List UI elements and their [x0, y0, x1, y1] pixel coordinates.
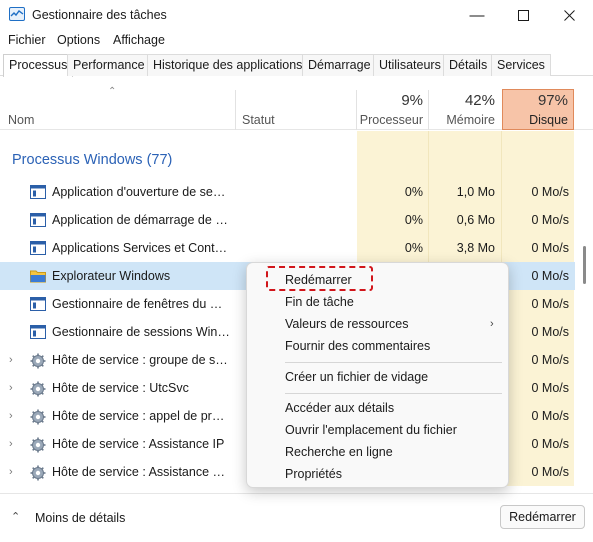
ctx-go-to-details[interactable]: Accéder aux détails — [285, 401, 394, 415]
ctx-resource-values[interactable]: Valeurs de ressources — [285, 317, 408, 331]
disk-value: 0 Mo/s — [531, 325, 569, 339]
title-bar: Gestionnaire des tâches — — [0, 0, 593, 30]
disk-value: 0 Mo/s — [531, 381, 569, 395]
chevron-right-icon[interactable]: › — [9, 382, 13, 394]
menu-options[interactable]: Options — [57, 33, 100, 47]
restart-button[interactable]: Redémarrer — [500, 505, 585, 529]
disk-value: 0 Mo/s — [531, 353, 569, 367]
tab-utilisateurs[interactable]: Utilisateurs — [373, 54, 447, 76]
ctx-search-online[interactable]: Recherche en ligne — [285, 445, 393, 459]
ctx-feedback[interactable]: Fournir des commentaires — [285, 339, 430, 353]
column-divider[interactable] — [356, 90, 357, 130]
scroll-thumb[interactable] — [583, 246, 586, 284]
ctx-end-task[interactable]: Fin de tâche — [285, 295, 354, 309]
window-icon — [30, 185, 46, 199]
gear-icon — [30, 353, 46, 369]
ctx-open-location[interactable]: Ouvrir l'emplacement du fichier — [285, 423, 457, 437]
column-divider[interactable] — [235, 90, 236, 130]
menu-affichage[interactable]: Affichage — [113, 33, 165, 47]
column-memory[interactable]: Mémoire — [430, 113, 495, 127]
cpu-value: 0% — [404, 241, 423, 255]
process-name: Hôte de service : UtcSvc — [52, 381, 189, 395]
chevron-up-icon[interactable]: ⌃ — [11, 510, 20, 523]
folder-icon — [30, 269, 46, 283]
column-cpu[interactable]: Processeur — [358, 113, 423, 127]
tab-demarrage[interactable]: Démarrage — [302, 54, 377, 76]
disk-percent: 97% — [537, 92, 568, 109]
process-name: Application de démarrage de W... — [52, 213, 230, 227]
memory-value: 3,8 Mo — [456, 241, 495, 255]
memory-percent: 42% — [464, 92, 495, 109]
disk-value: 0 Mo/s — [531, 297, 569, 311]
table-row[interactable]: Application d'ouverture de sessi... 0% 1,0… — [0, 178, 575, 206]
disk-value: 0 Mo/s — [531, 409, 569, 423]
disk-value: 0 Mo/s — [531, 437, 569, 451]
menu-divider — [285, 393, 502, 394]
maximize-icon[interactable] — [500, 0, 546, 30]
ctx-create-dump[interactable]: Créer un fichier de vidage — [285, 370, 428, 384]
tab-historique[interactable]: Historique des applications — [147, 54, 309, 76]
tab-services[interactable]: Services — [491, 54, 551, 76]
column-status[interactable]: Statut — [242, 113, 275, 127]
tab-bar: Processus Performance Historique des app… — [0, 52, 593, 77]
tab-performance[interactable]: Performance — [67, 54, 151, 76]
gear-icon — [30, 437, 46, 453]
less-details-link[interactable]: Moins de détails — [35, 511, 125, 525]
ctx-properties[interactable]: Propriétés — [285, 467, 342, 481]
process-name: Applications Services et Contrôl... — [52, 241, 230, 255]
column-name[interactable]: Nom — [8, 113, 34, 127]
gear-icon — [30, 381, 46, 397]
cpu-value: 0% — [404, 185, 423, 199]
window-title: Gestionnaire des tâches — [32, 8, 167, 22]
disk-value: 0 Mo/s — [531, 213, 569, 227]
process-name: Gestionnaire de fenêtres du Bur... — [52, 297, 230, 311]
process-name: Explorateur Windows — [52, 269, 171, 283]
chevron-right-icon[interactable]: › — [9, 410, 13, 422]
window-icon — [30, 213, 46, 227]
process-name: Hôte de service : Assistance Net... — [52, 465, 230, 479]
disk-value: 0 Mo/s — [531, 269, 569, 283]
menu-fichier[interactable]: Fichier — [8, 33, 46, 47]
gear-icon — [30, 465, 46, 481]
tab-processus[interactable]: Processus — [3, 54, 74, 77]
menu-bar: Fichier Options Affichage — [0, 30, 593, 50]
context-menu: Redémarrer Fin de tâche Valeurs de resso… — [246, 262, 509, 488]
column-divider[interactable] — [428, 90, 429, 130]
chevron-right-icon[interactable]: › — [9, 438, 13, 450]
memory-value: 1,0 Mo — [456, 185, 495, 199]
window-icon — [30, 325, 46, 339]
vertical-scrollbar[interactable] — [576, 131, 593, 486]
column-disk[interactable]: Disque — [503, 113, 568, 127]
process-name: Gestionnaire de sessions Windo... — [52, 325, 230, 339]
group-title[interactable]: Processus Windows (77) — [12, 152, 172, 168]
gear-icon — [30, 409, 46, 425]
chevron-right-icon: › — [490, 318, 494, 330]
disk-value: 0 Mo/s — [531, 241, 569, 255]
minimize-icon[interactable]: — — [454, 0, 500, 30]
cpu-percent: 9% — [401, 92, 423, 109]
chevron-right-icon[interactable]: › — [9, 354, 13, 366]
sort-up-icon[interactable]: ⌃ — [108, 86, 116, 97]
close-icon[interactable] — [546, 0, 592, 30]
ctx-restart[interactable]: Redémarrer — [285, 273, 352, 287]
window-icon — [30, 297, 46, 311]
memory-value: 0,6 Mo — [456, 213, 495, 227]
process-name: Hôte de service : Assistance IP — [52, 437, 225, 451]
cpu-value: 0% — [404, 213, 423, 227]
task-manager-app-icon — [9, 7, 25, 21]
process-name: Hôte de service : groupe de serv... — [52, 353, 230, 367]
process-name: Application d'ouverture de sessi... — [52, 185, 230, 199]
table-row[interactable]: Application de démarrage de W... 0% 0,6 Mo… — [0, 206, 575, 234]
disk-value: 0 Mo/s — [531, 185, 569, 199]
window-icon — [30, 241, 46, 255]
chevron-right-icon[interactable]: › — [9, 466, 13, 478]
table-row[interactable]: Applications Services et Contrôl... 0% 3,8… — [0, 234, 575, 262]
tab-details[interactable]: Détails — [443, 54, 494, 76]
menu-divider — [285, 362, 502, 363]
disk-value: 0 Mo/s — [531, 465, 569, 479]
process-name: Hôte de service : appel de procé... — [52, 409, 230, 423]
footer: ⌃ Moins de détails Redémarrer — [0, 493, 593, 542]
